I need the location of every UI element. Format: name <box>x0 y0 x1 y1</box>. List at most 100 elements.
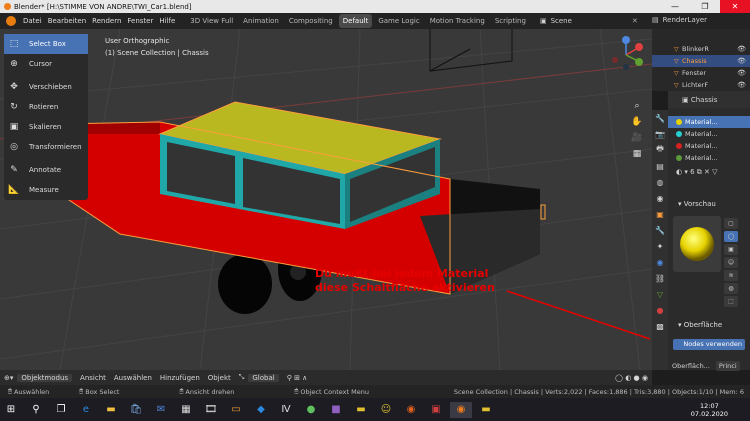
editor-type-icon[interactable]: ⊕▾ <box>0 374 17 382</box>
tool-measure[interactable]: 📐 Measure <box>4 180 88 200</box>
tool-tab-icon[interactable]: 🔧 <box>652 110 668 126</box>
app-icon[interactable]: ● <box>300 402 322 418</box>
app-icon[interactable]: ☺ <box>375 402 397 418</box>
firefox-icon[interactable]: ◉ <box>400 402 422 418</box>
menu-datei[interactable]: Datei <box>20 17 45 25</box>
eye-icon[interactable]: 👁 <box>737 81 746 89</box>
render-tab-icon[interactable]: 📷 <box>652 126 668 142</box>
app-icon[interactable]: ▭ <box>225 402 247 418</box>
tool-annotate[interactable]: ✎ Annotate <box>4 160 88 180</box>
tab-animation[interactable]: Animation <box>239 14 283 28</box>
render-layer-selector[interactable]: ▤ RenderLayer <box>652 16 707 24</box>
close-button[interactable]: ✕ <box>720 0 750 13</box>
shading-buttons[interactable]: ◯ ◐ ● ◉ <box>611 374 652 382</box>
outliner-row[interactable]: ▽ BlinkerR 👁 <box>652 43 750 55</box>
tool-transform[interactable]: ◎ Transformieren <box>4 137 88 157</box>
app-icon[interactable]: ▬ <box>350 402 372 418</box>
blender-menu-icon[interactable] <box>6 16 16 26</box>
preview-monkey-button[interactable]: ☺ <box>724 257 738 268</box>
tool-scale[interactable]: ▣ Skalieren <box>4 117 88 137</box>
camera-view-icon[interactable]: 🎥 <box>630 131 644 145</box>
search-icon[interactable]: ⚲ <box>25 402 47 418</box>
menu-objekt[interactable]: Objekt <box>204 374 235 382</box>
outliner-row[interactable]: ▽ Fenster 👁 <box>652 67 750 79</box>
navigation-gizmo[interactable] <box>608 35 644 71</box>
app-icon[interactable]: ■ <box>325 402 347 418</box>
constraints-tab-icon[interactable]: ⛓ <box>652 270 668 286</box>
material-slot[interactable]: Material... <box>668 128 750 140</box>
preview-hair-button[interactable]: ≋ <box>724 270 738 281</box>
task-view-icon[interactable]: ❐ <box>50 402 72 418</box>
outliner-row[interactable]: ▽ LichterF 👁 <box>652 79 750 91</box>
app-icon[interactable]: Ⅳ <box>275 402 297 418</box>
blender-active-icon[interactable]: ◉ <box>450 401 472 418</box>
outliner-row[interactable]: ▽ Chassis 👁 <box>652 55 750 67</box>
store-icon[interactable]: 🛍 <box>125 402 147 418</box>
app-icon[interactable]: ▬ <box>475 402 497 418</box>
tool-select-box[interactable]: ⬚ Select Box <box>4 34 88 54</box>
material-slot[interactable]: Material... <box>668 152 750 164</box>
pan-hand-icon[interactable]: ✋ <box>630 115 644 129</box>
scene-selector[interactable]: ▣ Scene ✕ <box>540 17 638 25</box>
tab-default[interactable]: Default <box>338 14 373 28</box>
tab-compositing[interactable]: Compositing <box>285 14 337 28</box>
physics-tab-icon[interactable]: ◉ <box>652 254 668 270</box>
preview-flat-button[interactable]: ▢ <box>724 218 738 229</box>
material-slot[interactable]: Material... <box>668 140 750 152</box>
texture-tab-icon[interactable]: ▩ <box>652 318 668 334</box>
tab-scripting[interactable]: Scripting <box>491 14 530 28</box>
eye-icon[interactable]: 👁 <box>737 45 746 53</box>
preview-world-button[interactable]: ◍ <box>724 283 738 294</box>
transform-dropdown[interactable]: Global <box>248 373 279 382</box>
3d-viewport[interactable]: User Orthographic (1) Scene Collection |… <box>0 29 652 370</box>
material-tab-icon[interactable]: ● <box>652 302 668 318</box>
tool-rotate[interactable]: ↻ Rotieren <box>4 97 88 117</box>
output-tab-icon[interactable]: 🖶 <box>652 142 668 158</box>
preview-section-header[interactable]: ▾ Vorschau <box>668 200 750 212</box>
particles-tab-icon[interactable]: ✦ <box>652 238 668 254</box>
menu-ansicht[interactable]: Ansicht <box>76 374 110 382</box>
file-explorer-icon[interactable]: ▬ <box>100 402 122 418</box>
preview-cloth-button[interactable]: ⬚ <box>724 296 738 307</box>
tool-cursor[interactable]: ⊕ Cursor <box>4 54 88 74</box>
preview-sphere-button[interactable]: ◯ <box>724 231 738 242</box>
menu-fenster[interactable]: Fenster <box>124 17 156 25</box>
windows-start-icon[interactable]: ⊞ <box>0 402 22 418</box>
eye-icon[interactable]: 👁 <box>737 57 746 65</box>
material-slot[interactable]: Material... <box>668 116 750 128</box>
tool-move[interactable]: ✥ Verschieben <box>4 77 88 97</box>
menu-rendern[interactable]: Rendern <box>89 17 124 25</box>
tab-motion-tracking[interactable]: Motion Tracking <box>426 14 489 28</box>
tab-game-logic[interactable]: Game Logic <box>374 14 423 28</box>
modifier-tab-icon[interactable]: 🔧 <box>652 222 668 238</box>
surface-shader-dropdown[interactable]: Princi <box>715 361 740 371</box>
taskbar-clock[interactable]: 12:07 07.02.2020 <box>691 402 728 418</box>
preview-cube-button[interactable]: ▣ <box>724 244 738 255</box>
data-tab-icon[interactable]: ▽ <box>652 286 668 302</box>
material-browse-icon[interactable]: ◐ ▾ 6 ⧉ ✕ ▽ <box>676 168 750 176</box>
video-editor-icon[interactable]: 🎞 <box>200 402 222 418</box>
use-nodes-button[interactable]: Nodes verwenden <box>673 339 745 350</box>
edge-icon[interactable]: e <box>75 402 97 418</box>
scene-tab-icon[interactable]: ◍ <box>652 174 668 190</box>
maximize-button[interactable]: ❐ <box>690 0 720 13</box>
calculator-icon[interactable]: ▦ <box>175 402 197 418</box>
snap-icon[interactable]: ⚲ ⊞ ∧ <box>283 374 312 382</box>
mode-dropdown[interactable]: Objektmodus <box>17 373 73 382</box>
view-layer-tab-icon[interactable]: ▤ <box>652 158 668 174</box>
grid-view-icon[interactable]: ▦ <box>630 147 644 161</box>
tab-3d-view-full[interactable]: 3D View Full <box>186 14 237 28</box>
minimize-button[interactable]: — <box>660 0 690 13</box>
world-tab-icon[interactable]: ◉ <box>652 190 668 206</box>
scene-close-icon[interactable]: ✕ <box>632 17 638 25</box>
menu-hilfe[interactable]: Hilfe <box>156 17 178 25</box>
app-icon[interactable]: ▣ <box>425 402 447 418</box>
eye-icon[interactable]: 👁 <box>737 69 746 77</box>
menu-auswaehlen[interactable]: Auswählen <box>110 374 156 382</box>
surface-section-header[interactable]: ▾ Oberfläche <box>668 321 750 333</box>
mail-icon[interactable]: ✉ <box>150 402 172 418</box>
menu-bearbeiten[interactable]: Bearbeiten <box>45 17 89 25</box>
menu-hinzufuegen[interactable]: Hinzufügen <box>156 374 204 382</box>
object-tab-icon[interactable]: ▣ <box>652 206 668 222</box>
zoom-icon[interactable]: ⌕ <box>630 99 644 113</box>
